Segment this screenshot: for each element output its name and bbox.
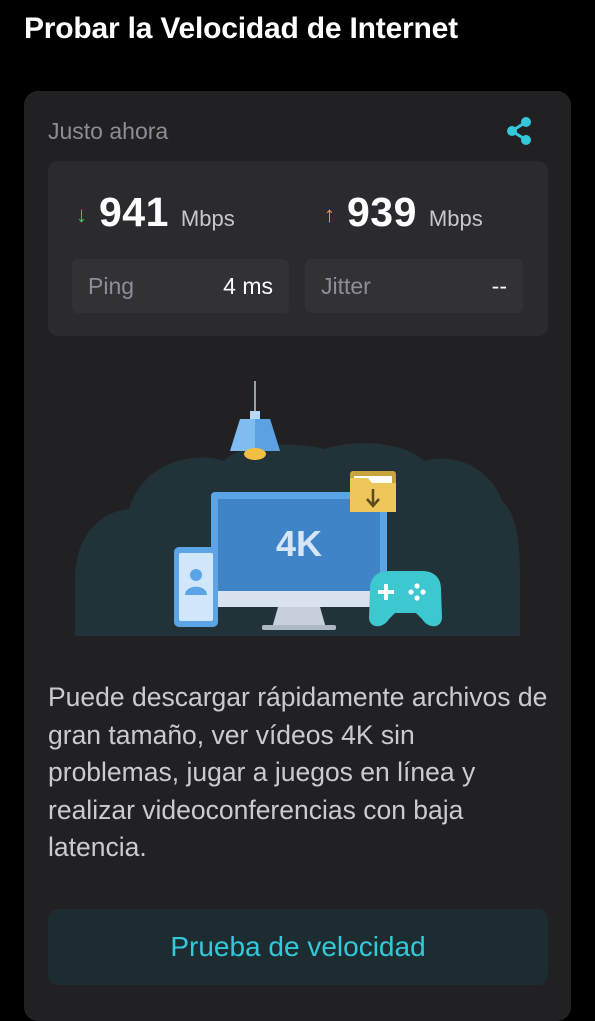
description-text: Puede descargar rápidamente archivos de … [48, 682, 548, 862]
download-speed: ↓ 941 Mbps [76, 189, 235, 236]
download-value: 941 [99, 189, 169, 235]
jitter-metric: Jitter -- [305, 259, 523, 313]
download-unit: Mbps [180, 206, 235, 231]
jitter-label: Jitter [321, 272, 371, 299]
upload-arrow-icon: ↑ [324, 202, 335, 227]
monitor-4k-text: 4K [276, 523, 322, 564]
jitter-value: -- [491, 272, 507, 299]
speed-results-panel: ↓ 941 Mbps ↑ 939 Mbps Ping 4 ms Jitter -… [48, 161, 548, 336]
upload-value: 939 [347, 189, 417, 235]
upload-speed: ↑ 939 Mbps [324, 189, 483, 236]
folder-download-icon [350, 471, 396, 512]
timestamp: Justo ahora [48, 118, 169, 144]
page-title: Probar la Velocidad de Internet [24, 12, 458, 45]
phone-icon [174, 547, 218, 627]
ping-value: 4 ms [223, 272, 273, 299]
ping-label: Ping [88, 272, 135, 299]
download-arrow-icon: ↓ [76, 202, 87, 227]
usage-illustration: 4K [75, 381, 520, 636]
speed-test-button[interactable]: Prueba de velocidad [48, 909, 548, 985]
share-icon[interactable] [503, 115, 535, 147]
result-card: Justo ahora ↓ 941 Mbps ↑ 939 Mbps Ping 4… [24, 91, 571, 1021]
lamp-icon [230, 381, 280, 460]
upload-unit: Mbps [428, 206, 483, 231]
ping-metric: Ping 4 ms [72, 259, 289, 313]
